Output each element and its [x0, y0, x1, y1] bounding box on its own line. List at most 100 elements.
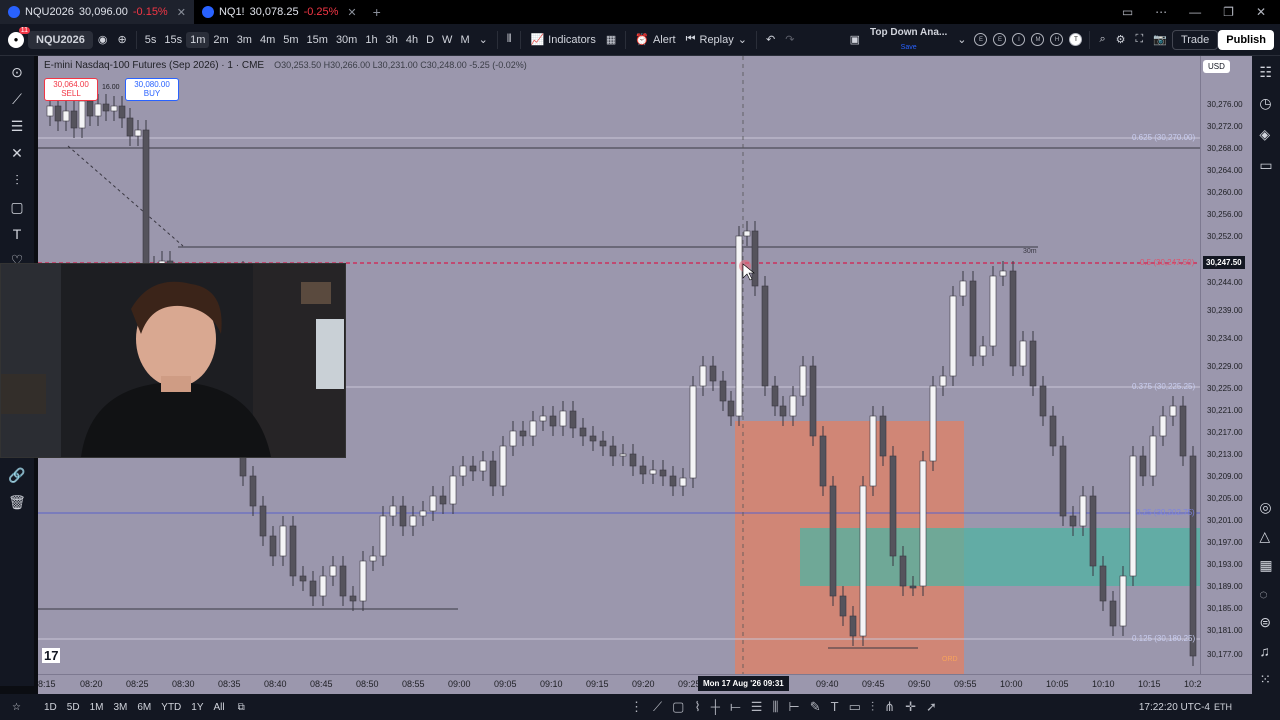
session-selector[interactable]: ETH: [1214, 702, 1232, 712]
tab-nq1[interactable]: NQ1! 30,078.25 -0.25% ✕: [194, 0, 365, 24]
timeframe-m[interactable]: M: [456, 32, 473, 48]
layers-icon[interactable]: ◈: [1259, 126, 1272, 143]
layout-circle-t[interactable]: T: [1069, 33, 1083, 46]
new-tab-button[interactable]: +: [365, 4, 389, 20]
fib-tool-icon[interactable]: ⫶: [15, 172, 19, 189]
timeframe-d[interactable]: D: [422, 32, 438, 48]
avatar[interactable]: ● 11: [8, 26, 30, 48]
calendar-icon[interactable]: ▦: [1259, 557, 1272, 574]
range-1d[interactable]: 1D: [39, 702, 62, 713]
lock-drawings-icon[interactable]: 🔗: [8, 467, 25, 484]
timeframe-1m[interactable]: 1m: [186, 31, 210, 48]
alerts-clock-icon[interactable]: ◷: [1259, 95, 1272, 112]
layout-circle-h[interactable]: H: [1050, 33, 1064, 46]
maximize-icon[interactable]: ❐: [1223, 5, 1234, 19]
apps-grid-icon[interactable]: ⁙: [1259, 671, 1272, 688]
minimize-icon[interactable]: —: [1189, 5, 1201, 19]
path-icon[interactable]: ⌇: [694, 699, 700, 715]
timeframe-3h[interactable]: 3h: [382, 32, 402, 48]
timeframe-2m[interactable]: 2m: [209, 32, 232, 48]
range-3m[interactable]: 3M: [108, 702, 132, 713]
timeframe-5m[interactable]: 5m: [279, 32, 302, 48]
note-icon[interactable]: ▭: [849, 699, 861, 715]
buy-button[interactable]: 30,080.00 BUY: [125, 78, 179, 101]
favorite-star-icon[interactable]: ☆: [12, 702, 21, 713]
horizontal-lines-icon[interactable]: ☰: [11, 118, 24, 135]
camera-icon[interactable]: 📷: [1148, 33, 1172, 46]
sell-button[interactable]: 30,064.00 SELL: [44, 78, 98, 101]
timeframe-w[interactable]: W: [438, 32, 456, 48]
tab-nqu2026[interactable]: NQU2026 30,096.00 -0.15% ✕: [0, 0, 194, 24]
timeframe-3m[interactable]: 3m: [233, 32, 256, 48]
vertical-line-icon[interactable]: ┼: [711, 699, 720, 715]
crosshair-icon[interactable]: ✛: [905, 699, 916, 715]
text-icon[interactable]: T: [831, 699, 839, 715]
templates-icon[interactable]: ▦: [601, 33, 621, 46]
range-1m[interactable]: 1M: [85, 702, 109, 713]
range-5d[interactable]: 5D: [62, 702, 85, 713]
range-ytd[interactable]: YTD: [156, 702, 186, 713]
shape-icon[interactable]: ▢: [10, 199, 23, 216]
trash-icon[interactable]: 🗑: [8, 494, 26, 511]
layout-name-button[interactable]: Top Down Ana... Save: [865, 27, 952, 53]
watchlist-icon[interactable]: ☷: [1259, 64, 1272, 81]
trend-line-icon[interactable]: ⟋: [12, 91, 22, 108]
range-1y[interactable]: 1Y: [186, 702, 208, 713]
timeframe-4m[interactable]: 4m: [256, 32, 279, 48]
range-icon[interactable]: ⊢: [788, 699, 799, 715]
trade-button[interactable]: Trade: [1171, 29, 1219, 50]
price-axis[interactable]: USD 30,276.00 30,272.00 30,268.00 30,264.00…: [1200, 56, 1253, 674]
chevron-down-icon[interactable]: ⌄: [952, 33, 971, 46]
timeframe-1h[interactable]: 1h: [361, 32, 381, 48]
notification-bell-icon[interactable]: ♫: [1259, 643, 1272, 659]
timeframe-15m[interactable]: 15m: [303, 32, 332, 48]
broadcast-icon[interactable]: ◌: [1259, 586, 1272, 602]
fib-icon[interactable]: ⫶: [871, 699, 874, 715]
redo-icon[interactable]: ↷: [780, 33, 799, 46]
screen-icon[interactable]: ▭: [1122, 5, 1133, 19]
timeframe-4h[interactable]: 4h: [402, 32, 422, 48]
settings-gear-icon[interactable]: ⚙: [1111, 33, 1131, 46]
handle-icon[interactable]: ⋮: [630, 699, 643, 715]
more-icon[interactable]: ⋯: [1155, 5, 1167, 19]
close-icon[interactable]: ✕: [177, 6, 186, 19]
layout-circle-m[interactable]: M: [1031, 33, 1045, 46]
lines-icon[interactable]: ☰: [751, 699, 763, 715]
candle-type-icon[interactable]: ⫴: [502, 33, 517, 46]
ideas-icon[interactable]: △: [1259, 528, 1272, 545]
date-range-icon[interactable]: ⧉: [238, 702, 245, 713]
chart-title[interactable]: E-mini Nasdaq-100 Futures (Sep 2026) · 1…: [44, 60, 264, 71]
pointer-icon[interactable]: ➚: [926, 699, 937, 715]
layout-circle-i[interactable]: I: [1012, 33, 1026, 46]
fullscreen-icon[interactable]: ⛶: [1131, 33, 1149, 46]
publish-button[interactable]: Publish: [1218, 29, 1274, 50]
range-6m[interactable]: 6M: [132, 702, 156, 713]
rectangle-icon[interactable]: ▢: [672, 699, 684, 715]
currency-selector[interactable]: USD: [1203, 60, 1230, 73]
trend-line[interactable]: [67, 145, 184, 247]
indicators-button[interactable]: 📈 Indicators: [525, 33, 600, 47]
time-axis[interactable]: 8:15 08:20 08:25 08:30 08:35 08:40 08:45 08:50 0…: [38, 674, 1252, 695]
close-window-icon[interactable]: ✕: [1256, 5, 1266, 19]
brush-icon[interactable]: ✎: [810, 699, 821, 715]
timeframe-15s[interactable]: 15s: [160, 32, 186, 48]
chat-icon[interactable]: ▭: [1259, 157, 1272, 174]
layout-circle-e2[interactable]: E: [993, 33, 1007, 46]
dollar-icon[interactable]: ⊜: [1259, 614, 1272, 631]
close-icon[interactable]: ✕: [347, 6, 356, 19]
clock[interactable]: 17:22:20 UTC-4: [1139, 702, 1210, 713]
chevron-down-icon[interactable]: ⌄: [474, 33, 493, 46]
horizontal-ray-icon[interactable]: ⟝: [730, 699, 741, 715]
range-all[interactable]: All: [209, 702, 230, 713]
measure-icon[interactable]: ⫼: [772, 699, 778, 715]
timeframe-30m[interactable]: 30m: [332, 32, 361, 48]
cursor-icon[interactable]: ⊙: [11, 64, 23, 81]
layout-icon[interactable]: ▣: [845, 33, 865, 46]
alert-button[interactable]: ⏰ Alert: [630, 33, 680, 47]
quick-search-icon[interactable]: ⌕: [1094, 33, 1110, 46]
replay-button[interactable]: ⏮ Replay ⌄: [681, 33, 752, 46]
layout-circle-e[interactable]: E: [974, 33, 988, 46]
pattern-icon[interactable]: ✕: [11, 145, 23, 162]
symbol-search-button[interactable]: NQU2026: [28, 30, 93, 49]
compare-plus-icon[interactable]: ⊕: [113, 33, 132, 46]
